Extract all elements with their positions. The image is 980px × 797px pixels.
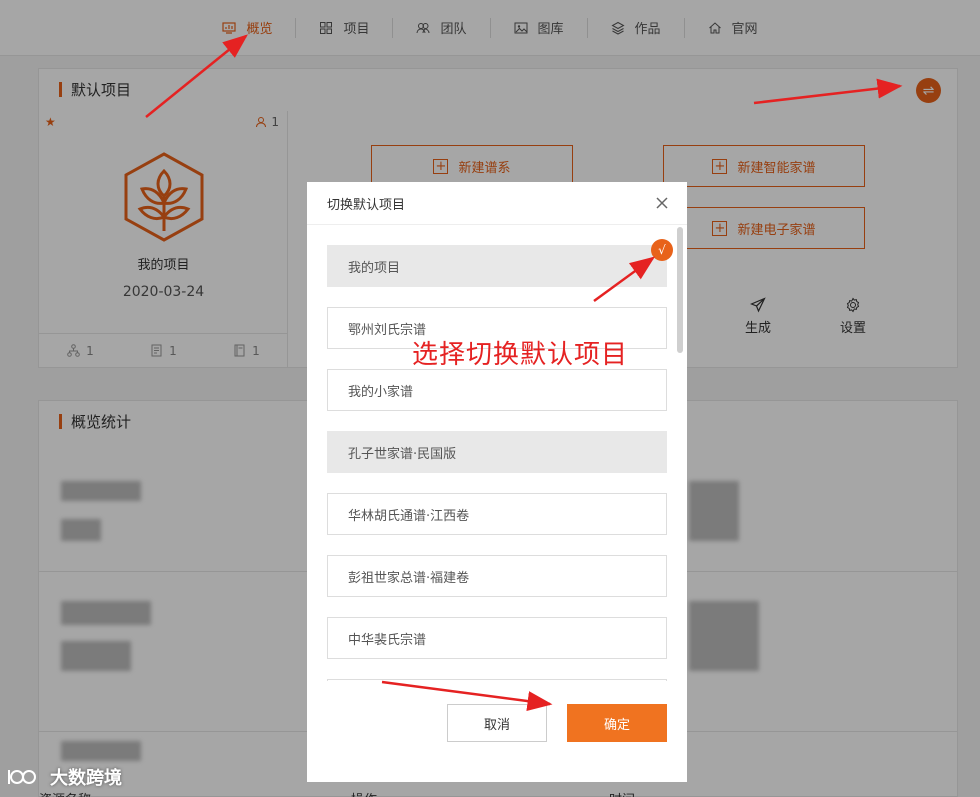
switch-project-modal: 切换默认项目 我的项目 鄂州刘氏宗谱 我的小家谱 孔子世家谱·民国版 华林胡氏通… (307, 182, 687, 782)
watermark-text: 大数跨境 (50, 768, 122, 789)
list-item[interactable]: 中华裴氏宗谱 (327, 617, 667, 659)
list-item[interactable]: 孔子世家谱·民国版 (327, 431, 667, 473)
watermark-logo-icon (8, 770, 36, 784)
list-item[interactable]: 彭祖世家总谱·福建卷 (327, 555, 667, 597)
list-item[interactable]: 我的项目 (327, 245, 667, 287)
annotation-text: 选择切换默认项目 (412, 340, 629, 370)
modal-header: 切换默认项目 (307, 182, 687, 225)
list-item[interactable]: 华林胡氏通谱·江西卷 (327, 493, 667, 535)
list-item[interactable]: 我的小家谱 (327, 369, 667, 411)
confirm-button[interactable]: 确定 (567, 704, 667, 742)
watermark: 大数跨境 (8, 764, 122, 790)
list-item-partial[interactable] (327, 679, 667, 681)
scrollbar[interactable] (677, 227, 683, 353)
project-list: 我的项目 鄂州刘氏宗谱 我的小家谱 孔子世家谱·民国版 华林胡氏通谱·江西卷 彭… (327, 245, 667, 681)
modal-title: 切换默认项目 (327, 198, 406, 213)
selected-check-icon: √ (651, 239, 673, 261)
close-icon[interactable] (654, 195, 670, 211)
cancel-button[interactable]: 取消 (447, 704, 547, 742)
